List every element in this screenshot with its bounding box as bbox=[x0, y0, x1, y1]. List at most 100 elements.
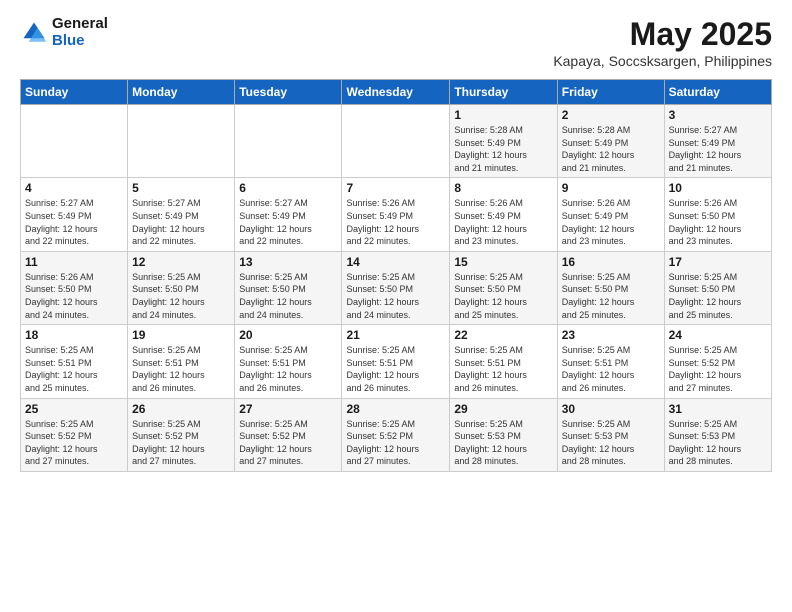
weekday-header: Sunday bbox=[21, 80, 128, 105]
calendar-cell: 8 Sunrise: 5:26 AM Sunset: 5:49 PM Daylig… bbox=[450, 178, 557, 251]
calendar-cell: 6 Sunrise: 5:27 AM Sunset: 5:49 PM Daylig… bbox=[235, 178, 342, 251]
day-number: 3 bbox=[669, 108, 767, 122]
calendar-cell: 30 Sunrise: 5:25 AM Sunset: 5:53 PM Dayli… bbox=[557, 398, 664, 471]
day-info: Sunrise: 5:26 AM Sunset: 5:49 PM Dayligh… bbox=[346, 197, 445, 247]
day-number: 27 bbox=[239, 402, 337, 416]
weekday-header: Friday bbox=[557, 80, 664, 105]
calendar-cell: 23 Sunrise: 5:25 AM Sunset: 5:51 PM Dayli… bbox=[557, 325, 664, 398]
day-number: 14 bbox=[346, 255, 445, 269]
day-info: Sunrise: 5:27 AM Sunset: 5:49 PM Dayligh… bbox=[239, 197, 337, 247]
day-number: 30 bbox=[562, 402, 660, 416]
calendar-cell: 11 Sunrise: 5:26 AM Sunset: 5:50 PM Dayli… bbox=[21, 251, 128, 324]
logo: General Blue bbox=[20, 16, 108, 49]
calendar-cell: 9 Sunrise: 5:26 AM Sunset: 5:49 PM Daylig… bbox=[557, 178, 664, 251]
day-number: 16 bbox=[562, 255, 660, 269]
header: General Blue May 2025 Kapaya, Soccsksarg… bbox=[20, 16, 772, 69]
day-number: 26 bbox=[132, 402, 230, 416]
day-info: Sunrise: 5:26 AM Sunset: 5:49 PM Dayligh… bbox=[562, 197, 660, 247]
calendar-cell: 5 Sunrise: 5:27 AM Sunset: 5:49 PM Daylig… bbox=[128, 178, 235, 251]
calendar-cell: 12 Sunrise: 5:25 AM Sunset: 5:50 PM Dayli… bbox=[128, 251, 235, 324]
calendar-cell: 20 Sunrise: 5:25 AM Sunset: 5:51 PM Dayli… bbox=[235, 325, 342, 398]
day-number: 18 bbox=[25, 328, 123, 342]
calendar-cell: 15 Sunrise: 5:25 AM Sunset: 5:50 PM Dayli… bbox=[450, 251, 557, 324]
logo-general: General bbox=[52, 16, 108, 33]
day-number: 6 bbox=[239, 181, 337, 195]
day-info: Sunrise: 5:28 AM Sunset: 5:49 PM Dayligh… bbox=[562, 124, 660, 174]
day-info: Sunrise: 5:25 AM Sunset: 5:50 PM Dayligh… bbox=[239, 271, 337, 321]
day-info: Sunrise: 5:25 AM Sunset: 5:50 PM Dayligh… bbox=[669, 271, 767, 321]
calendar-cell: 25 Sunrise: 5:25 AM Sunset: 5:52 PM Dayli… bbox=[21, 398, 128, 471]
day-number: 11 bbox=[25, 255, 123, 269]
day-info: Sunrise: 5:25 AM Sunset: 5:52 PM Dayligh… bbox=[132, 418, 230, 468]
calendar-cell bbox=[342, 105, 450, 178]
calendar-cell: 21 Sunrise: 5:25 AM Sunset: 5:51 PM Dayli… bbox=[342, 325, 450, 398]
title-block: May 2025 Kapaya, Soccsksargen, Philippin… bbox=[553, 16, 772, 69]
calendar-cell: 13 Sunrise: 5:25 AM Sunset: 5:50 PM Dayli… bbox=[235, 251, 342, 324]
calendar-cell: 3 Sunrise: 5:27 AM Sunset: 5:49 PM Daylig… bbox=[664, 105, 771, 178]
day-info: Sunrise: 5:25 AM Sunset: 5:52 PM Dayligh… bbox=[239, 418, 337, 468]
calendar: SundayMondayTuesdayWednesdayThursdayFrid… bbox=[20, 79, 772, 472]
day-number: 5 bbox=[132, 181, 230, 195]
day-number: 4 bbox=[25, 181, 123, 195]
day-info: Sunrise: 5:25 AM Sunset: 5:51 PM Dayligh… bbox=[562, 344, 660, 394]
day-info: Sunrise: 5:28 AM Sunset: 5:49 PM Dayligh… bbox=[454, 124, 552, 174]
day-number: 2 bbox=[562, 108, 660, 122]
day-info: Sunrise: 5:25 AM Sunset: 5:53 PM Dayligh… bbox=[454, 418, 552, 468]
day-info: Sunrise: 5:27 AM Sunset: 5:49 PM Dayligh… bbox=[132, 197, 230, 247]
day-info: Sunrise: 5:25 AM Sunset: 5:52 PM Dayligh… bbox=[346, 418, 445, 468]
day-info: Sunrise: 5:25 AM Sunset: 5:53 PM Dayligh… bbox=[562, 418, 660, 468]
day-number: 20 bbox=[239, 328, 337, 342]
calendar-cell bbox=[21, 105, 128, 178]
day-number: 24 bbox=[669, 328, 767, 342]
day-number: 13 bbox=[239, 255, 337, 269]
calendar-cell: 27 Sunrise: 5:25 AM Sunset: 5:52 PM Dayli… bbox=[235, 398, 342, 471]
weekday-header: Thursday bbox=[450, 80, 557, 105]
day-number: 17 bbox=[669, 255, 767, 269]
calendar-cell: 7 Sunrise: 5:26 AM Sunset: 5:49 PM Daylig… bbox=[342, 178, 450, 251]
day-info: Sunrise: 5:25 AM Sunset: 5:50 PM Dayligh… bbox=[562, 271, 660, 321]
day-info: Sunrise: 5:25 AM Sunset: 5:51 PM Dayligh… bbox=[346, 344, 445, 394]
day-number: 7 bbox=[346, 181, 445, 195]
calendar-cell: 14Sunrise: 5:25 AM Sunset: 5:50 PM Dayli… bbox=[342, 251, 450, 324]
day-info: Sunrise: 5:25 AM Sunset: 5:50 PM Dayligh… bbox=[454, 271, 552, 321]
day-info: Sunrise: 5:25 AM Sunset: 5:52 PM Dayligh… bbox=[669, 344, 767, 394]
day-info: Sunrise: 5:26 AM Sunset: 5:50 PM Dayligh… bbox=[25, 271, 123, 321]
day-info: Sunrise: 5:25 AM Sunset: 5:51 PM Dayligh… bbox=[454, 344, 552, 394]
day-number: 8 bbox=[454, 181, 552, 195]
day-number: 25 bbox=[25, 402, 123, 416]
day-info: Sunrise: 5:27 AM Sunset: 5:49 PM Dayligh… bbox=[669, 124, 767, 174]
calendar-cell bbox=[128, 105, 235, 178]
calendar-cell: 31Sunrise: 5:25 AM Sunset: 5:53 PM Dayli… bbox=[664, 398, 771, 471]
calendar-cell: 19Sunrise: 5:25 AM Sunset: 5:51 PM Dayli… bbox=[128, 325, 235, 398]
calendar-cell: 10 Sunrise: 5:26 AM Sunset: 5:50 PM Dayli… bbox=[664, 178, 771, 251]
day-number: 28 bbox=[346, 402, 445, 416]
day-info: Sunrise: 5:25 AM Sunset: 5:51 PM Dayligh… bbox=[25, 344, 123, 394]
day-number: 9 bbox=[562, 181, 660, 195]
calendar-cell: 22 Sunrise: 5:25 AM Sunset: 5:51 PM Dayli… bbox=[450, 325, 557, 398]
day-number: 15 bbox=[454, 255, 552, 269]
day-info: Sunrise: 5:26 AM Sunset: 5:49 PM Dayligh… bbox=[454, 197, 552, 247]
day-number: 23 bbox=[562, 328, 660, 342]
day-info: Sunrise: 5:26 AM Sunset: 5:50 PM Dayligh… bbox=[669, 197, 767, 247]
weekday-header: Saturday bbox=[664, 80, 771, 105]
day-number: 12 bbox=[132, 255, 230, 269]
weekday-header: Monday bbox=[128, 80, 235, 105]
calendar-cell: 4 Sunrise: 5:27 AM Sunset: 5:49 PM Daylig… bbox=[21, 178, 128, 251]
title-location: Kapaya, Soccsksargen, Philippines bbox=[553, 53, 772, 69]
day-info: Sunrise: 5:25 AM Sunset: 5:51 PM Dayligh… bbox=[132, 344, 230, 394]
calendar-cell: 1Sunrise: 5:28 AM Sunset: 5:49 PM Daylig… bbox=[450, 105, 557, 178]
calendar-cell: 18 Sunrise: 5:25 AM Sunset: 5:51 PM Dayli… bbox=[21, 325, 128, 398]
day-number: 22 bbox=[454, 328, 552, 342]
day-info: Sunrise: 5:27 AM Sunset: 5:49 PM Dayligh… bbox=[25, 197, 123, 247]
day-info: Sunrise: 5:25 AM Sunset: 5:51 PM Dayligh… bbox=[239, 344, 337, 394]
calendar-cell: 16 Sunrise: 5:25 AM Sunset: 5:50 PM Dayli… bbox=[557, 251, 664, 324]
logo-icon bbox=[20, 19, 48, 47]
calendar-cell: 2 Sunrise: 5:28 AM Sunset: 5:49 PM Daylig… bbox=[557, 105, 664, 178]
day-number: 10 bbox=[669, 181, 767, 195]
day-info: Sunrise: 5:25 AM Sunset: 5:52 PM Dayligh… bbox=[25, 418, 123, 468]
calendar-cell: 28 Sunrise: 5:25 AM Sunset: 5:52 PM Dayli… bbox=[342, 398, 450, 471]
day-number: 21 bbox=[346, 328, 445, 342]
logo-blue: Blue bbox=[52, 33, 108, 50]
day-number: 31 bbox=[669, 402, 767, 416]
day-info: Sunrise: 5:25 AM Sunset: 5:50 PM Dayligh… bbox=[132, 271, 230, 321]
